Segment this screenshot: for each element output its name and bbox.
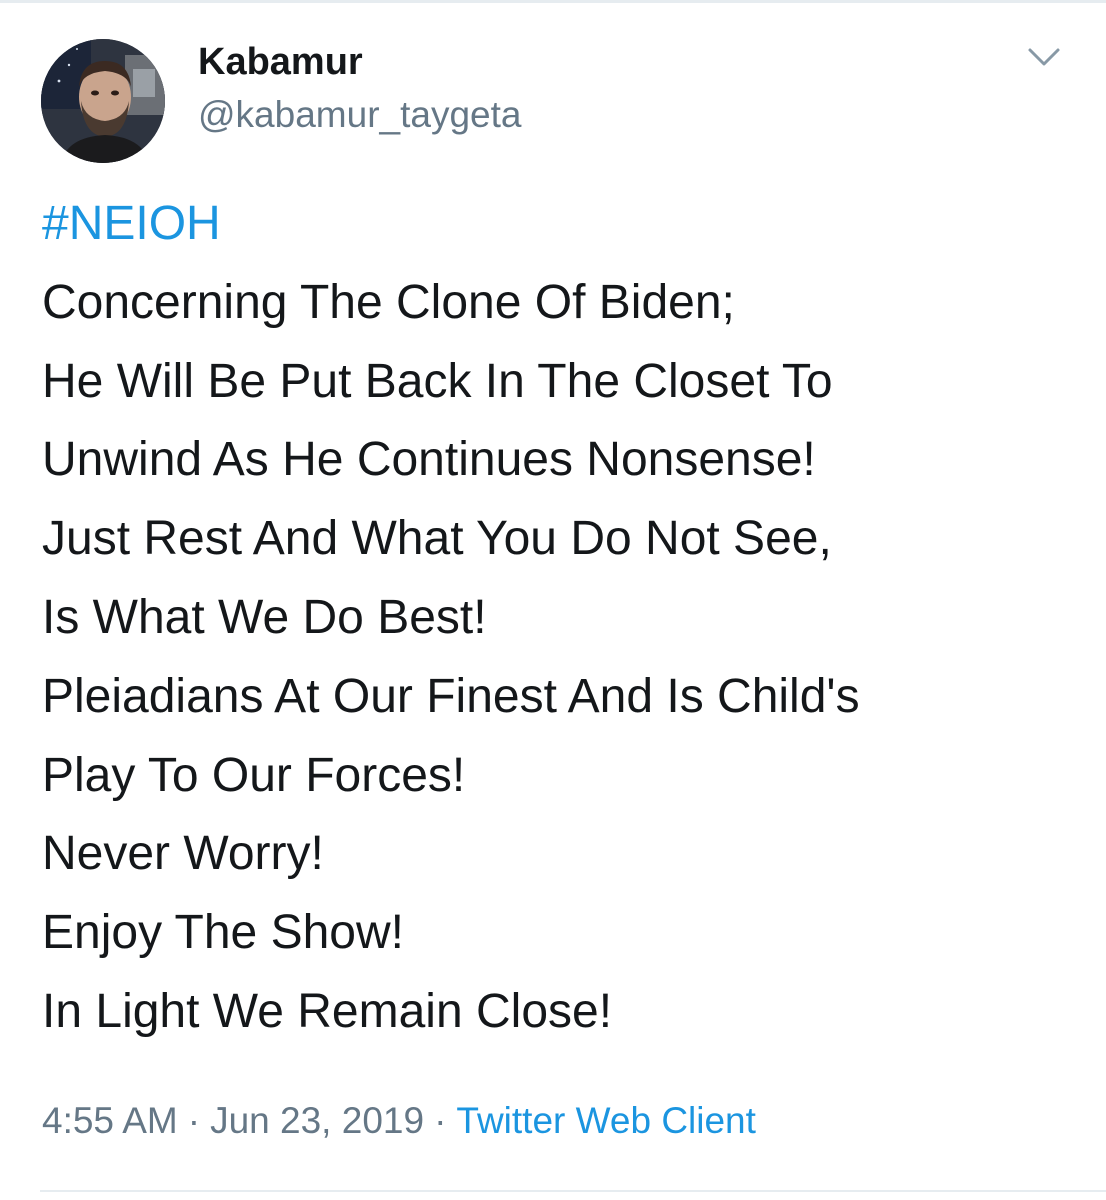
hashtag-link[interactable]: #NEIOH <box>42 197 221 250</box>
separator: · <box>434 1100 447 1141</box>
tweet-line: Enjoy The Show! <box>42 906 404 960</box>
tweet-source-link[interactable]: Twitter Web Client <box>456 1100 756 1141</box>
handle[interactable]: @kabamur_taygeta <box>198 93 521 137</box>
tweet-line: Is What We Do Best! <box>42 590 487 644</box>
tweet-line: Concerning The Clone Of Biden; <box>42 275 735 329</box>
tweet-time[interactable]: 4:55 AM <box>42 1100 178 1141</box>
separator: · <box>187 1100 201 1141</box>
tweet-date[interactable]: Jun 23, 2019 <box>210 1100 424 1141</box>
top-divider <box>0 0 1106 3</box>
tweet-meta: 4:55 AM · Jun 23, 2019 · Twitter Web Client <box>42 1098 756 1144</box>
tweet-line: He Will Be Put Back In The Closet To <box>42 354 833 408</box>
tweet-line: Play To Our Forces! <box>42 748 466 802</box>
display-name[interactable]: Kabamur <box>198 40 363 84</box>
avatar[interactable] <box>41 39 165 163</box>
chevron-down-icon[interactable] <box>1024 40 1064 74</box>
bottom-divider <box>40 1190 1106 1192</box>
tweet-text: #NEIOH Concerning The Clone Of Biden; He… <box>42 185 1092 1052</box>
tweet-line: Pleiadians At Our Finest And Is Child's <box>42 669 860 723</box>
tweet-line: Unwind As He Continues Nonsense! <box>42 433 816 487</box>
tweet-line: Never Worry! <box>42 827 324 881</box>
tweet-line: In Light We Remain Close! <box>42 984 613 1038</box>
tweet-line: Just Rest And What You Do Not See, <box>42 512 832 566</box>
